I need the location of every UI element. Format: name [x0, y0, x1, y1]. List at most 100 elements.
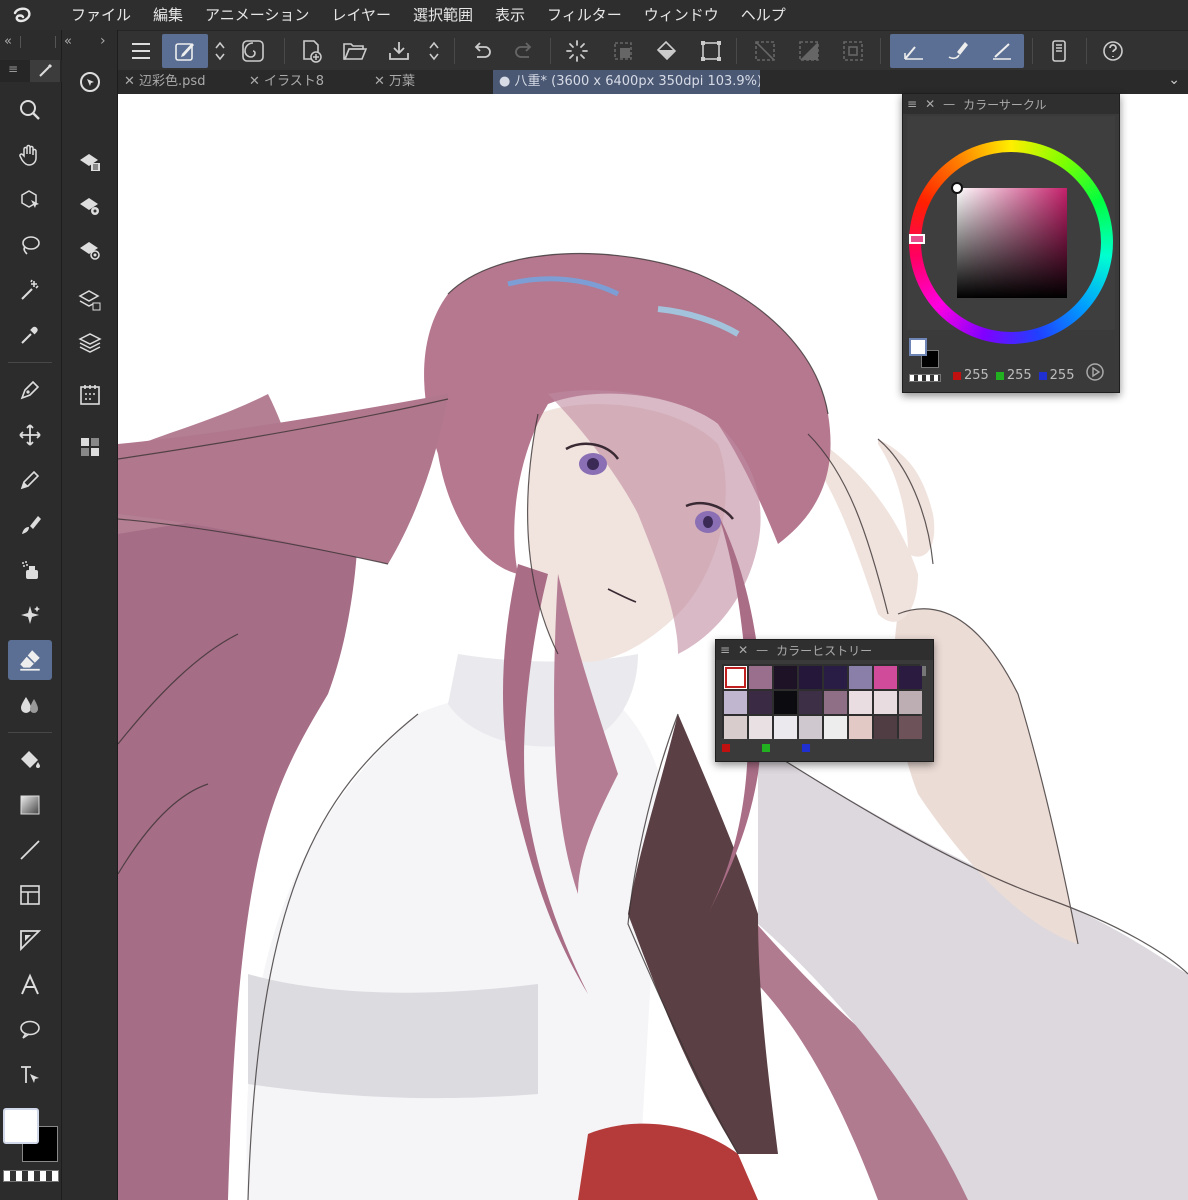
panel-menu-icon[interactable]: ≡ [8, 62, 18, 76]
navigator-icon[interactable] [70, 62, 110, 102]
pen-tool-icon[interactable] [8, 370, 52, 410]
history-swatch[interactable] [749, 691, 772, 714]
tab-document-2[interactable]: ✕ イラスト8 [243, 70, 365, 94]
undo-icon[interactable] [464, 34, 498, 68]
close-icon[interactable]: ✕ [124, 74, 139, 89]
close-icon[interactable]: ✕ [374, 74, 389, 89]
green-value[interactable]: 255 [1007, 368, 1032, 383]
history-swatch[interactable] [899, 666, 922, 689]
color-circle-titlebar[interactable]: ≡ ✕ — カラーサークル [903, 94, 1119, 114]
history-swatch[interactable] [899, 716, 922, 739]
clear-selection-icon[interactable] [748, 34, 782, 68]
brush-tab-icon[interactable] [30, 60, 60, 82]
layer-settings-icon[interactable] [70, 186, 110, 226]
panel-grip-icon[interactable] [20, 36, 56, 48]
hand-tool-icon[interactable] [8, 135, 52, 175]
tab-document-1[interactable]: ✕ 辺彩色.psd [118, 70, 240, 94]
ruler-tool-icon[interactable] [8, 920, 52, 960]
history-swatch[interactable] [799, 666, 822, 689]
grip-icon[interactable]: ≡ [907, 97, 917, 111]
pencil-tool-icon[interactable] [8, 460, 52, 500]
history-swatch[interactable] [724, 691, 747, 714]
material-palette-icon[interactable] [70, 427, 110, 467]
menu-animation[interactable]: アニメーション [194, 0, 320, 30]
invert-selection-icon[interactable] [792, 34, 826, 68]
save-icon[interactable] [382, 34, 416, 68]
tab-document-active[interactable]: ● 八重* (3600 x 6400px 350dpi 103.9%) [493, 70, 760, 94]
reference-pen-icon[interactable] [982, 34, 1022, 68]
blue-value[interactable]: 255 [1050, 368, 1075, 383]
layer-palette-icon[interactable] [70, 280, 110, 320]
menu-hamburger-icon[interactable] [124, 34, 158, 68]
close-icon[interactable]: ✕ [738, 643, 748, 657]
history-swatch[interactable] [824, 666, 847, 689]
blend-tool-icon[interactable] [8, 685, 52, 725]
history-swatch[interactable] [799, 716, 822, 739]
hue-picker-handle[interactable] [909, 234, 925, 244]
history-swatch[interactable] [824, 691, 847, 714]
history-swatch[interactable] [849, 716, 872, 739]
menu-edit[interactable]: 編集 [142, 0, 194, 30]
auto-select-wand-icon[interactable] [8, 270, 52, 310]
history-swatch[interactable] [849, 666, 872, 689]
history-swatch[interactable] [724, 716, 747, 739]
selection-border-icon[interactable] [836, 34, 870, 68]
transparent-mini-swatch[interactable] [909, 374, 941, 382]
menu-selection[interactable]: 選択範囲 [402, 0, 484, 30]
lasso-select-icon[interactable] [8, 225, 52, 265]
transparent-color-swatch[interactable] [3, 1170, 59, 1182]
new-canvas-icon[interactable] [294, 34, 328, 68]
history-swatch[interactable] [774, 716, 797, 739]
color-history-titlebar[interactable]: ≡ ✕ — カラーヒストリー [716, 640, 933, 660]
history-swatch[interactable] [774, 666, 797, 689]
layer-search-icon[interactable] [70, 230, 110, 270]
collapse-left-icon[interactable]: « [4, 34, 12, 49]
history-scrollbar[interactable] [922, 666, 926, 676]
main-color-mini-swatch[interactable] [909, 338, 927, 356]
loading-spinner-icon[interactable] [560, 34, 594, 68]
balloon-tool-icon[interactable] [8, 1010, 52, 1050]
menu-layer[interactable]: レイヤー [320, 0, 402, 30]
spiral-icon[interactable] [236, 34, 270, 68]
open-folder-icon[interactable] [338, 34, 372, 68]
collapse-sub-icon[interactable]: « [64, 34, 72, 49]
frame-border-tool-icon[interactable] [8, 875, 52, 915]
menu-window[interactable]: ウィンドウ [633, 0, 730, 30]
menu-view[interactable]: 表示 [484, 0, 536, 30]
decoration-tool-icon[interactable] [8, 595, 52, 635]
history-swatch[interactable] [899, 691, 922, 714]
reference-layer-icon[interactable] [894, 34, 934, 68]
saturation-value-square[interactable] [957, 188, 1067, 298]
history-swatch[interactable] [874, 716, 897, 739]
minimize-icon[interactable]: — [756, 643, 768, 657]
sv-picker-handle[interactable] [951, 182, 963, 194]
fill-tool-icon[interactable] [8, 740, 52, 780]
history-swatch[interactable] [799, 691, 822, 714]
play-circle-icon[interactable] [1085, 362, 1105, 386]
edit-tool-icon[interactable] [162, 34, 208, 68]
tabs-dropdown-icon[interactable]: ⌄ [1168, 72, 1180, 88]
history-swatch[interactable] [824, 716, 847, 739]
select-all-icon[interactable] [606, 34, 640, 68]
app-logo-icon[interactable] [0, 0, 44, 30]
zoom-tool-icon[interactable] [8, 90, 52, 130]
history-swatch[interactable] [874, 666, 897, 689]
eyedropper-icon[interactable] [8, 315, 52, 355]
layer-property-icon[interactable] [70, 142, 110, 182]
redo-icon[interactable] [508, 34, 542, 68]
history-swatch[interactable] [749, 716, 772, 739]
correct-line-tool-icon[interactable] [8, 1055, 52, 1095]
eraser-tool-icon[interactable] [8, 640, 52, 680]
updown-arrows-icon[interactable] [210, 34, 230, 68]
airbrush-tool-icon[interactable] [8, 550, 52, 590]
object-tool-icon[interactable] [8, 180, 52, 220]
history-swatch[interactable] [749, 666, 772, 689]
history-swatch[interactable] [849, 691, 872, 714]
close-icon[interactable]: ✕ [925, 97, 935, 111]
history-swatch[interactable] [724, 666, 747, 689]
expand-icon[interactable]: › [100, 33, 106, 49]
menu-help[interactable]: ヘルプ [730, 0, 797, 30]
close-icon[interactable]: ✕ [249, 74, 264, 89]
menu-filter[interactable]: フィルター [536, 0, 633, 30]
grip-icon[interactable]: ≡ [720, 643, 730, 657]
